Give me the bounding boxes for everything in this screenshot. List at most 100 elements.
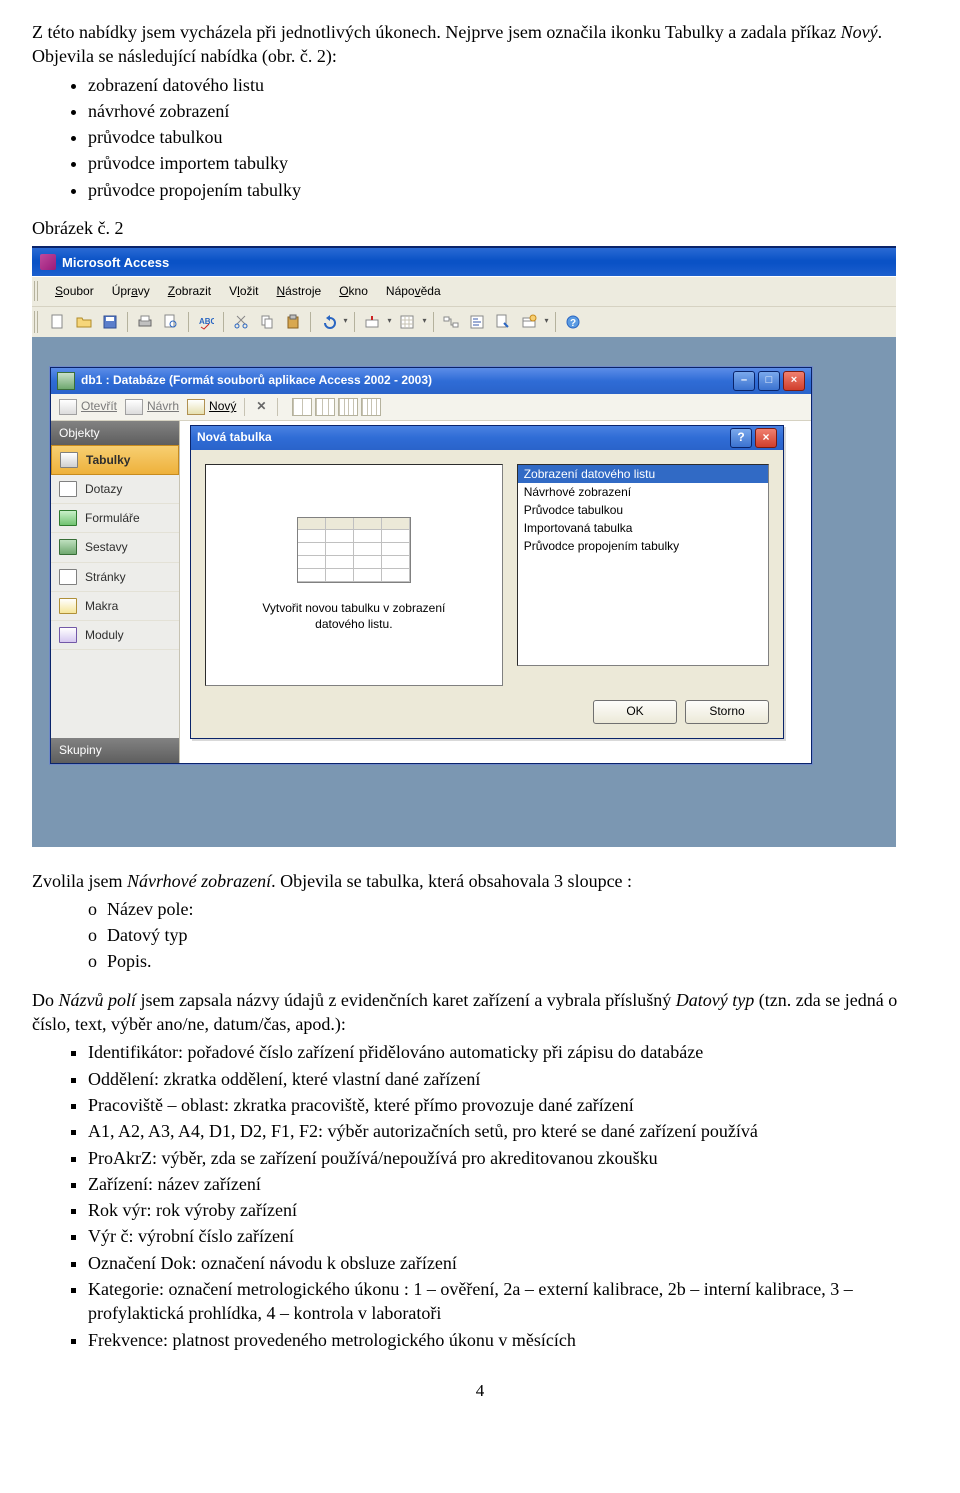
dropdown-icon[interactable]: ▾ (421, 316, 428, 327)
database-icon (57, 372, 75, 390)
dropdown-icon[interactable]: ▾ (342, 316, 349, 327)
print-icon[interactable] (133, 310, 157, 334)
screenshot-access: Microsoft Access Soubor Úpravy Zobrazit … (32, 246, 896, 846)
sidebar-item-modules[interactable]: Moduly (51, 621, 179, 650)
relationships-icon[interactable] (439, 310, 463, 334)
large-icons-icon[interactable] (292, 398, 312, 416)
database-window: db1 : Databáze (Formát souborů aplikace … (50, 367, 812, 764)
report-icon (59, 539, 77, 555)
field-item: Pracoviště – oblast: zkratka pracoviště,… (88, 1093, 928, 1117)
list-item: Název pole: (88, 897, 928, 921)
list-item[interactable]: Průvodce tabulkou (518, 501, 768, 519)
field-item: Označení Dok: označení návodu k obsluze … (88, 1251, 928, 1275)
copy-icon[interactable] (255, 310, 279, 334)
close-button[interactable]: × (783, 371, 805, 391)
mdi-client: db1 : Databáze (Formát souborů aplikace … (32, 337, 896, 847)
dialog-title: Nová tabulka (197, 429, 272, 445)
small-icons-icon[interactable] (315, 398, 335, 416)
db-titlebar: db1 : Databáze (Formát souborů aplikace … (51, 368, 811, 394)
ok-button[interactable]: OK (593, 700, 677, 724)
dialog-titlebar: Nová tabulka ? × (191, 426, 783, 450)
paragraph-1: Z této nabídky jsem vycházela při jednot… (32, 20, 928, 69)
preview-icon[interactable] (159, 310, 183, 334)
new-object-icon[interactable] (517, 310, 541, 334)
menu-view[interactable]: Zobrazit (159, 280, 220, 302)
minimize-button[interactable]: – (733, 371, 755, 391)
mini-table-icon (297, 517, 411, 583)
text-italic: Datový typ (676, 990, 754, 1010)
menu-insert[interactable]: Vložit (220, 280, 267, 302)
sidebar-item-forms[interactable]: Formuláře (51, 504, 179, 533)
sidebar-header-objects: Objekty (51, 421, 179, 445)
separator (127, 312, 128, 332)
sidebar-item-reports[interactable]: Sestavy (51, 533, 179, 562)
menu-window[interactable]: Okno (330, 280, 377, 302)
field-item: Zařízení: název zařízení (88, 1172, 928, 1196)
maximize-button[interactable]: □ (758, 371, 780, 391)
analyze-icon[interactable] (395, 310, 419, 334)
list-item[interactable]: Průvodce propojením tabulky (518, 537, 768, 555)
field-item: Výr č: výrobní číslo zařízení (88, 1224, 928, 1248)
new-icon[interactable] (46, 310, 70, 334)
save-icon[interactable] (98, 310, 122, 334)
new-table-dialog: Nová tabulka ? × (190, 425, 784, 739)
menu-file[interactable]: Soubor (46, 280, 103, 302)
paste-icon[interactable] (281, 310, 305, 334)
form-icon (59, 510, 77, 526)
field-item: Kategorie: označení metrologického úkonu… (88, 1277, 928, 1326)
separator (354, 312, 355, 332)
menu-tools[interactable]: Nástroje (268, 280, 331, 302)
code-icon[interactable] (465, 310, 489, 334)
sidebar-item-macros[interactable]: Makra (51, 592, 179, 621)
page-icon (59, 569, 77, 585)
separator (244, 398, 245, 416)
list-icon[interactable] (338, 398, 358, 416)
dialog-listbox[interactable]: Zobrazení datového listu Návrhové zobraz… (517, 464, 769, 666)
help-icon[interactable]: ? (561, 310, 585, 334)
cut-icon[interactable] (229, 310, 253, 334)
preview-text: datového listu. (315, 617, 392, 631)
menu-edit[interactable]: Úpravy (103, 280, 159, 302)
paragraph-3: Do Názvů polí jsem zapsala názvy údajů z… (32, 988, 928, 1037)
sidebar-item-pages[interactable]: Stránky (51, 563, 179, 592)
field-item: Oddělení: zkratka oddělení, které vlastn… (88, 1067, 928, 1091)
details-icon[interactable] (361, 398, 381, 416)
bullet-item: návrhové zobrazení (88, 99, 928, 123)
open-button[interactable]: Otevřít (59, 398, 117, 414)
field-item: Identifikátor: pořadové číslo zařízení p… (88, 1040, 928, 1064)
preview-text: Vytvořit novou tabulku v zobrazení (262, 601, 445, 615)
list-item: Datový typ (88, 923, 928, 947)
fields-list: Identifikátor: pořadové číslo zařízení p… (32, 1040, 928, 1352)
separator (433, 312, 434, 332)
menubar: Soubor Úpravy Zobrazit Vložit Nástroje O… (32, 276, 896, 305)
dropdown-icon[interactable]: ▾ (386, 316, 393, 327)
list-item[interactable]: Zobrazení datového listu (518, 465, 768, 483)
undo-icon[interactable] (316, 310, 340, 334)
office-links-icon[interactable] (360, 310, 384, 334)
db-title-text: db1 : Databáze (Formát souborů aplikace … (81, 372, 432, 388)
list-item[interactable]: Importovaná tabulka (518, 519, 768, 537)
delete-icon[interactable]: ✕ (253, 399, 269, 415)
design-button[interactable]: Návrh (125, 398, 179, 414)
svg-text:?: ? (570, 318, 576, 329)
menu-help[interactable]: Nápověda (377, 280, 450, 302)
field-item: Rok výr: rok výroby zařízení (88, 1198, 928, 1222)
field-item: Frekvence: platnost provedeného metrolog… (88, 1328, 928, 1352)
properties-icon[interactable] (491, 310, 515, 334)
sidebar-item-queries[interactable]: Dotazy (51, 475, 179, 504)
cancel-button[interactable]: Storno (685, 700, 769, 724)
text: Z této nabídky jsem vycházela při jednot… (32, 22, 841, 42)
sidebar-item-tables[interactable]: Tabulky (51, 445, 179, 475)
paragraph-2: Zvolila jsem Návrhové zobrazení. Objevil… (32, 869, 928, 893)
open-icon[interactable] (72, 310, 96, 334)
spell-icon[interactable]: ABC (194, 310, 218, 334)
text-italic: Názvů polí (59, 990, 137, 1010)
list-item[interactable]: Návrhové zobrazení (518, 483, 768, 501)
table-icon (60, 452, 78, 468)
new-button[interactable]: Nový (187, 398, 236, 414)
sidebar-header-groups: Skupiny (51, 738, 179, 762)
dropdown-icon[interactable]: ▾ (543, 316, 550, 327)
help-button[interactable]: ? (730, 428, 752, 448)
macro-icon (59, 598, 77, 614)
close-button[interactable]: × (755, 428, 777, 448)
